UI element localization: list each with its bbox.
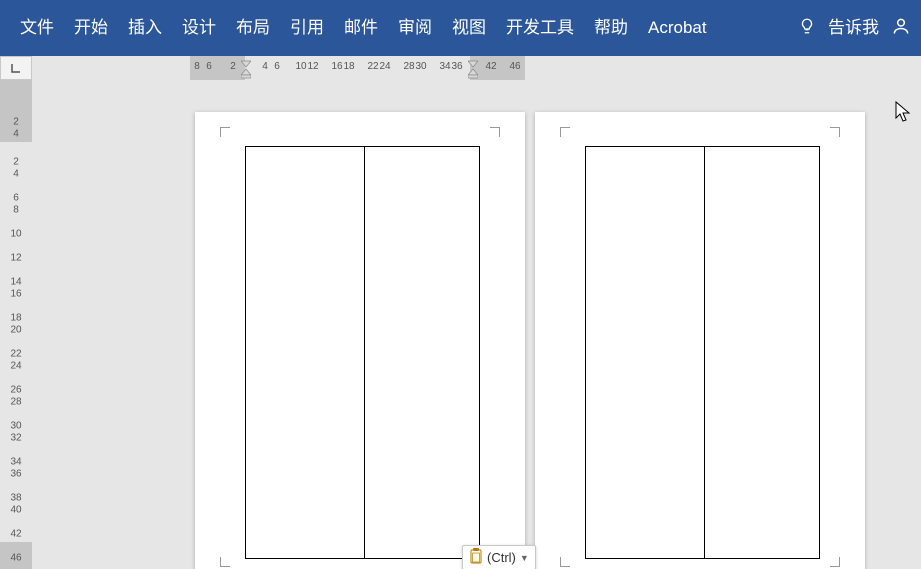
ruler-number: 34: [8, 457, 24, 468]
indent-marker[interactable]: [468, 57, 478, 77]
ruler-number: 20: [8, 325, 24, 336]
ruler-number: 10: [295, 61, 306, 72]
margin-guide: [220, 127, 230, 137]
ruler-number: 26: [8, 385, 24, 396]
tab-acrobat[interactable]: Acrobat: [638, 0, 717, 56]
ruler-number: 6: [274, 61, 280, 72]
ruler-number: 2: [8, 117, 24, 128]
ruler-number: 36: [8, 469, 24, 480]
tell-me[interactable]: 告诉我: [828, 0, 879, 56]
lightbulb-icon[interactable]: [798, 17, 816, 40]
tab-selector[interactable]: [0, 56, 32, 80]
table-column-divider[interactable]: [704, 147, 705, 558]
ruler-number: 8: [8, 205, 24, 216]
tab-developer[interactable]: 开发工具: [496, 0, 584, 56]
ruler-number: 14: [8, 277, 24, 288]
margin-guide: [490, 127, 500, 137]
ruler-number: 12: [8, 253, 24, 264]
ruler-number: 40: [8, 505, 24, 516]
ruler-number: 8: [194, 61, 200, 72]
ruler-number: 16: [331, 61, 342, 72]
indent-marker[interactable]: [241, 57, 251, 77]
ruler-number: 36: [451, 61, 462, 72]
ruler-number: 42: [485, 61, 496, 72]
table[interactable]: [585, 146, 820, 559]
ruler-number: 46: [8, 553, 24, 564]
margin-guide: [560, 557, 570, 567]
tab-design[interactable]: 设计: [172, 0, 226, 56]
ruler-number: 12: [307, 61, 318, 72]
ruler-number: 18: [343, 61, 354, 72]
tab-file[interactable]: 文件: [10, 0, 64, 56]
ruler-number: 16: [8, 289, 24, 300]
ruler-number: 28: [403, 61, 414, 72]
vertical-ruler[interactable]: 2424681012141618202224262830323436384042…: [0, 80, 32, 569]
tab-help[interactable]: 帮助: [584, 0, 638, 56]
table[interactable]: [245, 146, 480, 559]
tab-references[interactable]: 引用: [280, 0, 334, 56]
tab-view[interactable]: 视图: [442, 0, 496, 56]
ruler-number: 22: [367, 61, 378, 72]
page[interactable]: [195, 112, 525, 569]
ruler-number: 4: [262, 61, 268, 72]
tab-home[interactable]: 开始: [64, 0, 118, 56]
ruler-number: 38: [8, 493, 24, 504]
workspace: 2424681012141618202224262830323436384042…: [0, 56, 921, 569]
ribbon-tabs: 文件 开始 插入 设计 布局 引用 邮件 审阅 视图 开发工具 帮助 Acrob…: [0, 0, 921, 56]
user-icon[interactable]: [891, 16, 911, 41]
tab-insert[interactable]: 插入: [118, 0, 172, 56]
tab-mailings[interactable]: 邮件: [334, 0, 388, 56]
ruler-number: 32: [8, 433, 24, 444]
document-canvas[interactable]: (Ctrl) ▼: [32, 80, 921, 569]
ruler-number: 6: [8, 193, 24, 204]
ruler-number: 2: [8, 157, 24, 168]
margin-guide: [830, 127, 840, 137]
clipboard-icon: [469, 548, 483, 567]
ruler-number: 30: [415, 61, 426, 72]
ruler-number: 4: [8, 169, 24, 180]
margin-guide: [220, 557, 230, 567]
tab-layout[interactable]: 布局: [226, 0, 280, 56]
ruler-number: 24: [8, 361, 24, 372]
ruler-number: 4: [8, 129, 24, 140]
ruler-number: 34: [439, 61, 450, 72]
ruler-number: 24: [379, 61, 390, 72]
ruler-number: 46: [509, 61, 520, 72]
ruler-number: 10: [8, 229, 24, 240]
horizontal-ruler[interactable]: 86246101216182224283034364246: [32, 56, 921, 80]
ruler-number: 2: [230, 61, 236, 72]
table-column-divider[interactable]: [364, 147, 365, 558]
ruler-number: 6: [206, 61, 212, 72]
paste-options-label: (Ctrl): [487, 550, 516, 565]
ruler-number: 42: [8, 529, 24, 540]
ruler-number: 30: [8, 421, 24, 432]
page[interactable]: [535, 112, 865, 569]
ruler-number: 18: [8, 313, 24, 324]
tab-review[interactable]: 审阅: [388, 0, 442, 56]
margin-guide: [830, 557, 840, 567]
margin-guide: [560, 127, 570, 137]
ruler-number: 22: [8, 349, 24, 360]
ruler-number: 28: [8, 397, 24, 408]
chevron-down-icon: ▼: [520, 553, 529, 563]
paste-options-button[interactable]: (Ctrl) ▼: [462, 545, 536, 569]
